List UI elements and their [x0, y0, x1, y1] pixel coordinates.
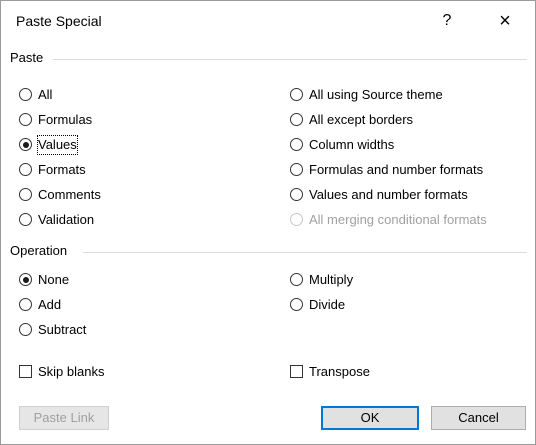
paste-group-heading: Paste — [10, 50, 44, 65]
radio-label: Formulas and number formats — [309, 162, 484, 177]
radio-label: Validation — [38, 212, 95, 227]
checkbox-label: Transpose — [309, 364, 370, 379]
radio-indicator — [19, 188, 32, 201]
checkbox-label: Skip blanks — [38, 364, 105, 379]
radio-label: All except borders — [309, 112, 414, 127]
radio-label: Values — [37, 135, 78, 155]
ok-button[interactable]: OK — [321, 406, 419, 430]
radio-label: Multiply — [309, 272, 354, 287]
radio-indicator — [19, 138, 32, 151]
close-icon[interactable]: × — [489, 7, 521, 35]
dialog-title: Paste Special — [16, 13, 102, 29]
operation-group-divider — [83, 252, 527, 253]
radio-indicator — [290, 88, 303, 101]
paste-group-divider — [53, 59, 527, 60]
radio-label: Values and number formats — [309, 187, 468, 202]
help-icon[interactable]: ? — [433, 9, 461, 33]
radio-indicator — [290, 138, 303, 151]
radio-indicator — [290, 163, 303, 176]
paste-link-button: Paste Link — [19, 406, 109, 430]
title-bar: Paste Special ? × — [1, 1, 535, 41]
cancel-button[interactable]: Cancel — [431, 406, 526, 430]
radio-label: Comments — [38, 187, 101, 202]
radio-indicator — [19, 323, 32, 336]
radio-label: Formulas — [38, 112, 93, 127]
radio-label: Column widths — [309, 137, 395, 152]
radio-indicator — [19, 213, 32, 226]
radio-indicator — [19, 298, 32, 311]
radio-label: Divide — [309, 297, 346, 312]
radio-label: All merging conditional formats — [309, 212, 487, 227]
radio-label: All — [38, 87, 53, 102]
radio-indicator — [290, 298, 303, 311]
radio-label: Add — [38, 297, 62, 312]
operation-group-heading: Operation — [10, 243, 68, 258]
radio-label: All using Source theme — [309, 87, 443, 102]
checkbox-box — [19, 365, 32, 378]
radio-label: Formats — [38, 162, 86, 177]
checkbox-box — [290, 365, 303, 378]
radio-indicator — [290, 213, 303, 226]
radio-label: None — [38, 272, 70, 287]
radio-indicator — [290, 188, 303, 201]
paste-special-dialog: Paste Special ? × Paste All Formulas Val… — [0, 0, 536, 445]
radio-indicator — [19, 163, 32, 176]
radio-indicator — [19, 273, 32, 286]
radio-indicator — [290, 113, 303, 126]
radio-indicator — [19, 113, 32, 126]
radio-label: Subtract — [38, 322, 87, 337]
radio-indicator — [290, 273, 303, 286]
radio-indicator — [19, 88, 32, 101]
